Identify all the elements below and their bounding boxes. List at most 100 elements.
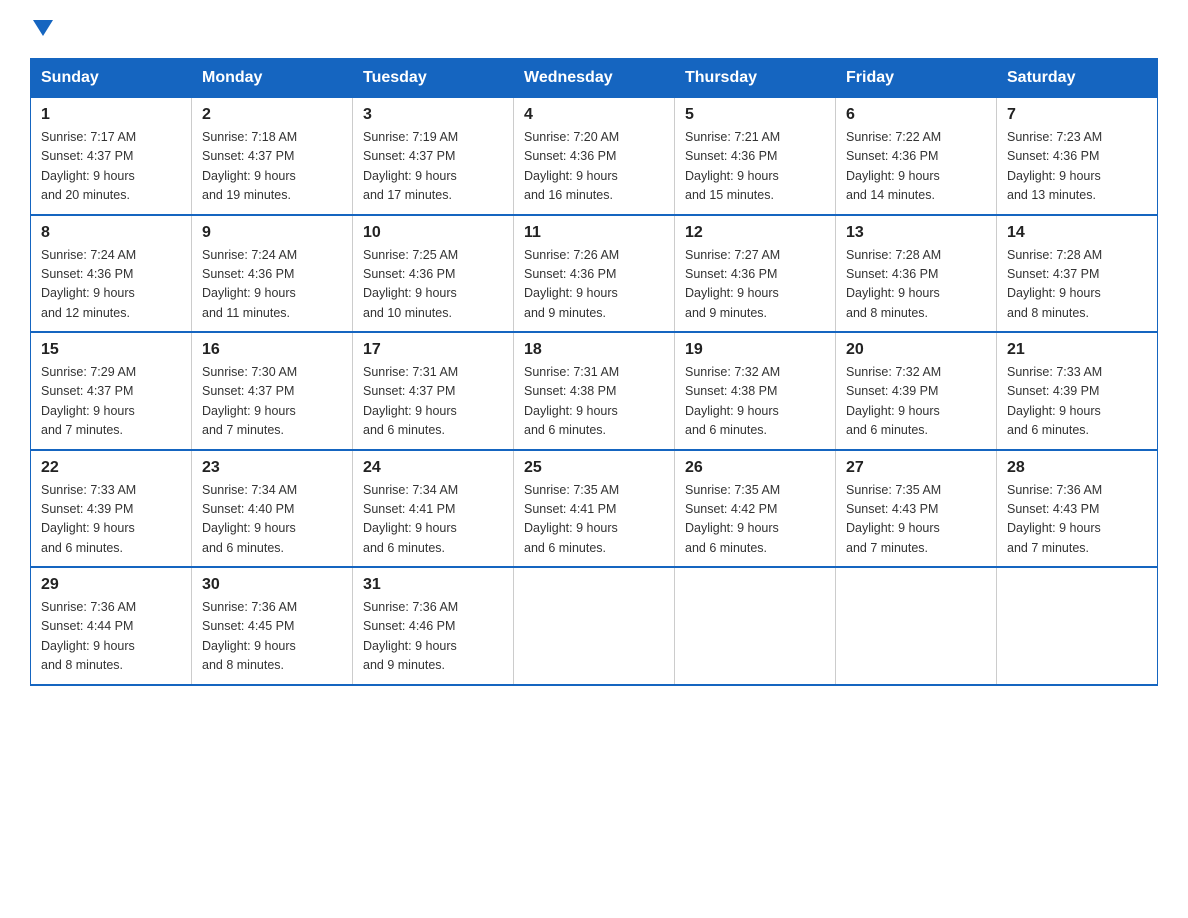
day-info: Sunrise: 7:21 AMSunset: 4:36 PMDaylight:…	[685, 128, 825, 206]
header-day-friday: Friday	[836, 59, 997, 98]
day-info: Sunrise: 7:24 AMSunset: 4:36 PMDaylight:…	[41, 246, 181, 324]
day-number: 4	[524, 106, 664, 124]
day-info: Sunrise: 7:35 AMSunset: 4:42 PMDaylight:…	[685, 481, 825, 559]
calendar-cell: 21 Sunrise: 7:33 AMSunset: 4:39 PMDayligh…	[997, 332, 1158, 450]
calendar-cell: 26 Sunrise: 7:35 AMSunset: 4:42 PMDayligh…	[675, 450, 836, 568]
day-number: 16	[202, 341, 342, 359]
calendar-cell: 17 Sunrise: 7:31 AMSunset: 4:37 PMDayligh…	[353, 332, 514, 450]
day-info: Sunrise: 7:31 AMSunset: 4:38 PMDaylight:…	[524, 363, 664, 441]
logo-blue	[30, 20, 53, 38]
day-number: 11	[524, 224, 664, 242]
calendar-cell: 31 Sunrise: 7:36 AMSunset: 4:46 PMDayligh…	[353, 567, 514, 685]
logo-triangle-icon	[33, 20, 53, 36]
day-info: Sunrise: 7:22 AMSunset: 4:36 PMDaylight:…	[846, 128, 986, 206]
calendar-cell: 20Sunrise: 7:32 AMSunset: 4:39 PMDayligh…	[836, 332, 997, 450]
day-info: Sunrise: 7:33 AMSunset: 4:39 PMDaylight:…	[41, 481, 181, 559]
calendar-cell: 5Sunrise: 7:21 AMSunset: 4:36 PMDaylight…	[675, 98, 836, 215]
calendar-cell: 27 Sunrise: 7:35 AMSunset: 4:43 PMDayligh…	[836, 450, 997, 568]
week-row-2: 8 Sunrise: 7:24 AMSunset: 4:36 PMDaylight…	[31, 215, 1158, 333]
calendar-cell: 10Sunrise: 7:25 AMSunset: 4:36 PMDayligh…	[353, 215, 514, 333]
calendar-cell	[675, 567, 836, 685]
day-number: 9	[202, 224, 342, 242]
header-day-wednesday: Wednesday	[514, 59, 675, 98]
calendar-table: SundayMondayTuesdayWednesdayThursdayFrid…	[30, 58, 1158, 686]
day-info: Sunrise: 7:35 AMSunset: 4:41 PMDaylight:…	[524, 481, 664, 559]
day-number: 23	[202, 459, 342, 477]
day-number: 21	[1007, 341, 1147, 359]
day-number: 25	[524, 459, 664, 477]
day-info: Sunrise: 7:18 AMSunset: 4:37 PMDaylight:…	[202, 128, 342, 206]
day-number: 3	[363, 106, 503, 124]
header-day-thursday: Thursday	[675, 59, 836, 98]
calendar-cell: 16 Sunrise: 7:30 AMSunset: 4:37 PMDayligh…	[192, 332, 353, 450]
day-number: 8	[41, 224, 181, 242]
day-number: 19	[685, 341, 825, 359]
calendar-cell: 7 Sunrise: 7:23 AMSunset: 4:36 PMDaylight…	[997, 98, 1158, 215]
calendar-cell: 15 Sunrise: 7:29 AMSunset: 4:37 PMDayligh…	[31, 332, 192, 450]
calendar-cell: 9 Sunrise: 7:24 AMSunset: 4:36 PMDaylight…	[192, 215, 353, 333]
day-number: 27	[846, 459, 986, 477]
day-number: 20	[846, 341, 986, 359]
calendar-cell: 13 Sunrise: 7:28 AMSunset: 4:36 PMDayligh…	[836, 215, 997, 333]
header-row: SundayMondayTuesdayWednesdayThursdayFrid…	[31, 59, 1158, 98]
day-number: 18	[524, 341, 664, 359]
day-info: Sunrise: 7:25 AMSunset: 4:36 PMDaylight:…	[363, 246, 503, 324]
day-info: Sunrise: 7:23 AMSunset: 4:36 PMDaylight:…	[1007, 128, 1147, 206]
calendar-cell	[514, 567, 675, 685]
day-number: 2	[202, 106, 342, 124]
day-number: 30	[202, 576, 342, 594]
calendar-cell: 11 Sunrise: 7:26 AMSunset: 4:36 PMDayligh…	[514, 215, 675, 333]
day-info: Sunrise: 7:19 AMSunset: 4:37 PMDaylight:…	[363, 128, 503, 206]
calendar-cell: 6 Sunrise: 7:22 AMSunset: 4:36 PMDaylight…	[836, 98, 997, 215]
day-info: Sunrise: 7:33 AMSunset: 4:39 PMDaylight:…	[1007, 363, 1147, 441]
day-number: 17	[363, 341, 503, 359]
day-info: Sunrise: 7:27 AMSunset: 4:36 PMDaylight:…	[685, 246, 825, 324]
day-info: Sunrise: 7:30 AMSunset: 4:37 PMDaylight:…	[202, 363, 342, 441]
calendar-cell	[836, 567, 997, 685]
day-info: Sunrise: 7:28 AMSunset: 4:36 PMDaylight:…	[846, 246, 986, 324]
calendar-cell: 19Sunrise: 7:32 AMSunset: 4:38 PMDayligh…	[675, 332, 836, 450]
day-number: 7	[1007, 106, 1147, 124]
calendar-cell: 3 Sunrise: 7:19 AMSunset: 4:37 PMDaylight…	[353, 98, 514, 215]
day-info: Sunrise: 7:31 AMSunset: 4:37 PMDaylight:…	[363, 363, 503, 441]
calendar-cell: 1Sunrise: 7:17 AMSunset: 4:37 PMDaylight…	[31, 98, 192, 215]
day-number: 31	[363, 576, 503, 594]
calendar-cell: 2 Sunrise: 7:18 AMSunset: 4:37 PMDaylight…	[192, 98, 353, 215]
day-info: Sunrise: 7:34 AMSunset: 4:40 PMDaylight:…	[202, 481, 342, 559]
calendar-cell: 14Sunrise: 7:28 AMSunset: 4:37 PMDayligh…	[997, 215, 1158, 333]
day-number: 13	[846, 224, 986, 242]
calendar-cell: 28 Sunrise: 7:36 AMSunset: 4:43 PMDayligh…	[997, 450, 1158, 568]
header-day-saturday: Saturday	[997, 59, 1158, 98]
day-number: 22	[41, 459, 181, 477]
day-number: 14	[1007, 224, 1147, 242]
calendar-body: 1Sunrise: 7:17 AMSunset: 4:37 PMDaylight…	[31, 98, 1158, 685]
day-info: Sunrise: 7:36 AMSunset: 4:46 PMDaylight:…	[363, 598, 503, 676]
day-info: Sunrise: 7:34 AMSunset: 4:41 PMDaylight:…	[363, 481, 503, 559]
day-number: 15	[41, 341, 181, 359]
day-info: Sunrise: 7:24 AMSunset: 4:36 PMDaylight:…	[202, 246, 342, 324]
calendar-cell	[997, 567, 1158, 685]
day-number: 26	[685, 459, 825, 477]
calendar-cell: 12 Sunrise: 7:27 AMSunset: 4:36 PMDayligh…	[675, 215, 836, 333]
calendar-cell: 4 Sunrise: 7:20 AMSunset: 4:36 PMDaylight…	[514, 98, 675, 215]
calendar-cell: 29Sunrise: 7:36 AMSunset: 4:44 PMDayligh…	[31, 567, 192, 685]
day-info: Sunrise: 7:35 AMSunset: 4:43 PMDaylight:…	[846, 481, 986, 559]
calendar-cell: 30Sunrise: 7:36 AMSunset: 4:45 PMDayligh…	[192, 567, 353, 685]
day-number: 12	[685, 224, 825, 242]
header-day-monday: Monday	[192, 59, 353, 98]
day-info: Sunrise: 7:29 AMSunset: 4:37 PMDaylight:…	[41, 363, 181, 441]
week-row-5: 29Sunrise: 7:36 AMSunset: 4:44 PMDayligh…	[31, 567, 1158, 685]
day-info: Sunrise: 7:36 AMSunset: 4:43 PMDaylight:…	[1007, 481, 1147, 559]
day-number: 1	[41, 106, 181, 124]
calendar-cell: 22 Sunrise: 7:33 AMSunset: 4:39 PMDayligh…	[31, 450, 192, 568]
week-row-4: 22 Sunrise: 7:33 AMSunset: 4:39 PMDayligh…	[31, 450, 1158, 568]
calendar-cell: 24Sunrise: 7:34 AMSunset: 4:41 PMDayligh…	[353, 450, 514, 568]
day-number: 6	[846, 106, 986, 124]
calendar-cell: 23 Sunrise: 7:34 AMSunset: 4:40 PMDayligh…	[192, 450, 353, 568]
day-info: Sunrise: 7:20 AMSunset: 4:36 PMDaylight:…	[524, 128, 664, 206]
calendar-header: SundayMondayTuesdayWednesdayThursdayFrid…	[31, 59, 1158, 98]
day-info: Sunrise: 7:26 AMSunset: 4:36 PMDaylight:…	[524, 246, 664, 324]
day-number: 28	[1007, 459, 1147, 477]
calendar-cell: 25 Sunrise: 7:35 AMSunset: 4:41 PMDayligh…	[514, 450, 675, 568]
week-row-3: 15 Sunrise: 7:29 AMSunset: 4:37 PMDayligh…	[31, 332, 1158, 450]
